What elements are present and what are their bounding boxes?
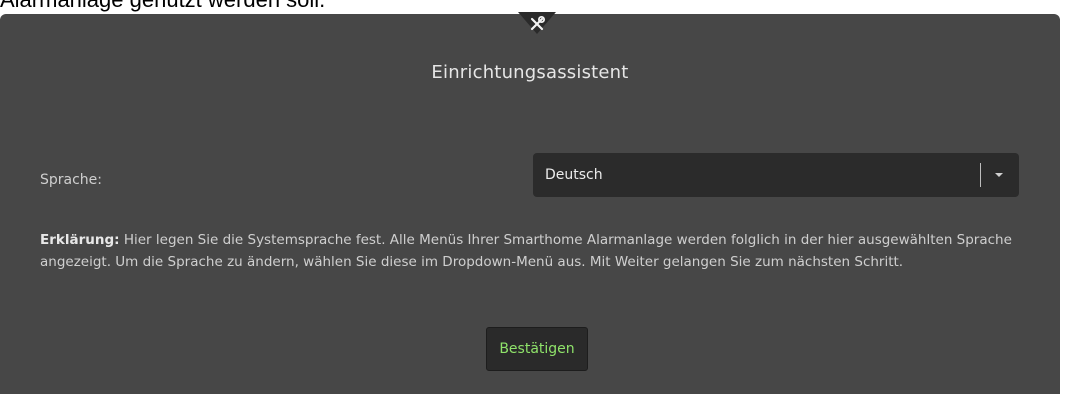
confirm-button[interactable]: Bestätigen — [486, 327, 588, 371]
explanation-body: Hier legen Sie die Systemsprache fest. A… — [40, 232, 1012, 270]
select-divider — [980, 163, 981, 187]
language-select-value: Deutsch — [545, 167, 603, 183]
explanation-text: Erklärung: Hier legen Sie die Systemspra… — [40, 229, 1040, 273]
tools-icon — [530, 16, 545, 31]
dialog-title: Einrichtungsassistent — [431, 62, 629, 83]
page-caption: Alarmanlage genutzt werden soll. — [0, 0, 325, 13]
chevron-down-icon[interactable] — [995, 173, 1003, 177]
language-label: Sprache: — [40, 172, 103, 188]
explanation-prefix: Erklärung: — [40, 232, 120, 248]
setup-wizard-panel: Einrichtungsassistent Sprache: Deutsch E… — [0, 12, 1060, 394]
language-select[interactable]: Deutsch — [533, 153, 1019, 197]
